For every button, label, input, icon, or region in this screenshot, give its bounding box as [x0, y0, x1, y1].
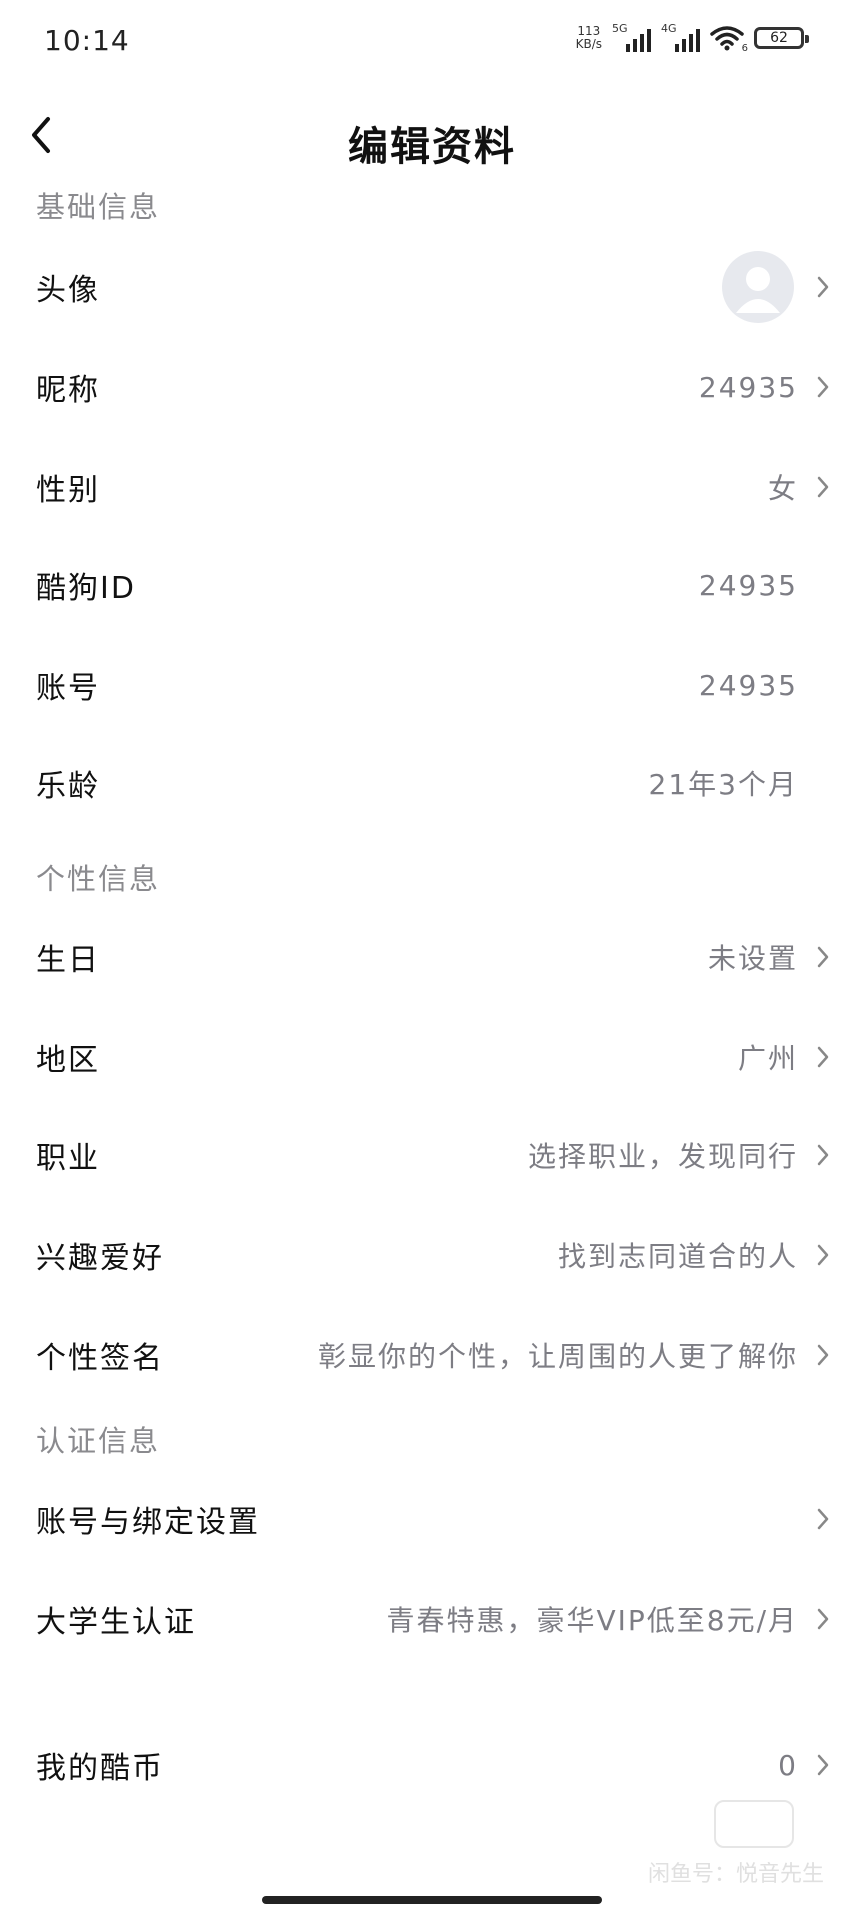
row-occupation[interactable]: 职业 选择职业，发现同行 — [0, 1106, 864, 1204]
chevron-right-icon — [817, 376, 829, 398]
row-value: 24935 — [698, 370, 798, 404]
top-nav-bar: 编辑资料 — [0, 80, 864, 190]
row-label: 职业 — [36, 1141, 100, 1176]
row-value: 广州 — [737, 1042, 798, 1075]
chevron-right-icon — [817, 1046, 829, 1068]
row-label: 性别 — [36, 473, 100, 508]
row-label: 酷狗ID — [36, 571, 136, 606]
chevron-right-icon — [817, 1608, 829, 1630]
row-binding-settings[interactable]: 账号与绑定设置 — [0, 1470, 864, 1568]
page-title: 编辑资料 — [348, 124, 516, 170]
row-label: 个性签名 — [36, 1341, 164, 1376]
watermark-logo-icon — [714, 1800, 794, 1848]
row-label: 兴趣爱好 — [36, 1241, 164, 1276]
row-avatar[interactable]: 头像 — [0, 238, 864, 336]
row-label: 地区 — [36, 1043, 100, 1078]
section-title-basic: 基础信息 — [36, 190, 161, 224]
signal-5g-icon: 5G — [612, 22, 651, 52]
chevron-right-icon — [817, 1508, 829, 1530]
row-nickname[interactable]: 昵称 24935 — [0, 338, 864, 436]
avatar-placeholder-icon — [736, 267, 780, 313]
wifi-sub-label: 6 — [741, 43, 748, 54]
row-birthday[interactable]: 生日 未设置 — [0, 908, 864, 1006]
row-label: 大学生认证 — [36, 1605, 196, 1640]
row-kugou-id: 酷狗ID 24935 — [0, 536, 864, 634]
chevron-right-icon — [817, 1754, 829, 1776]
signal-4g-icon: 4G — [661, 22, 700, 52]
row-music-age: 乐龄 21年3个月 — [0, 734, 864, 832]
row-label: 我的酷币 — [36, 1751, 164, 1786]
chevron-right-icon — [817, 1244, 829, 1266]
watermark: 闲鱼号：悦音先生 — [624, 1800, 824, 1887]
row-hobbies[interactable]: 兴趣爱好 找到志同道合的人 — [0, 1206, 864, 1304]
section-title-personal: 个性信息 — [36, 862, 161, 896]
row-signature[interactable]: 个性签名 彰显你的个性，让周围的人更了解你 — [0, 1306, 864, 1404]
row-label: 昵称 — [36, 373, 100, 408]
signal-5g-label: 5G — [612, 22, 628, 35]
row-value: 24935 — [698, 668, 798, 702]
row-value: 0 — [778, 1748, 798, 1782]
signal-4g-label: 4G — [661, 22, 677, 35]
row-value: 彰显你的个性，让周围的人更了解你 — [317, 1340, 798, 1373]
row-region[interactable]: 地区 广州 — [0, 1008, 864, 1106]
chevron-right-icon — [817, 276, 829, 298]
row-label: 乐龄 — [36, 769, 100, 804]
watermark-text: 闲鱼号：悦音先生 — [647, 1862, 824, 1887]
row-account: 账号 24935 — [0, 636, 864, 734]
row-label: 生日 — [36, 943, 100, 978]
battery-level: 62 — [770, 30, 788, 46]
row-label: 账号与绑定设置 — [36, 1505, 260, 1540]
chevron-right-icon — [817, 1344, 829, 1366]
status-time: 10:14 — [44, 24, 130, 57]
chevron-right-icon — [817, 1144, 829, 1166]
chevron-right-icon — [817, 946, 829, 968]
row-gender[interactable]: 性别 女 — [0, 438, 864, 536]
row-label: 账号 — [36, 671, 100, 706]
home-indicator[interactable] — [262, 1896, 602, 1904]
section-title-auth: 认证信息 — [36, 1424, 161, 1458]
avatar[interactable] — [722, 251, 794, 323]
chevron-right-icon — [817, 476, 829, 498]
row-student-verification[interactable]: 大学生认证 青春特惠，豪华VIP低至8元/月 — [0, 1570, 864, 1668]
row-value: 女 — [767, 472, 798, 505]
battery-icon: 62 — [754, 27, 809, 49]
status-bar: 10:14 113 KB/s 5G 4G 6 62 — [0, 0, 864, 80]
row-value: 青春特惠，豪华VIP低至8元/月 — [386, 1604, 798, 1637]
row-value: 21年3个月 — [648, 768, 798, 801]
network-speed-unit: KB/s — [575, 37, 602, 51]
row-value: 未设置 — [707, 942, 798, 975]
network-speed: 113 KB/s — [576, 25, 602, 51]
row-value: 24935 — [698, 568, 798, 602]
row-label: 头像 — [36, 273, 100, 308]
row-value: 选择职业，发现同行 — [527, 1140, 798, 1173]
status-indicators: 113 KB/s 5G 4G 6 62 — [576, 22, 809, 54]
row-value: 找到志同道合的人 — [557, 1240, 798, 1273]
wifi-icon: 6 — [710, 24, 748, 54]
